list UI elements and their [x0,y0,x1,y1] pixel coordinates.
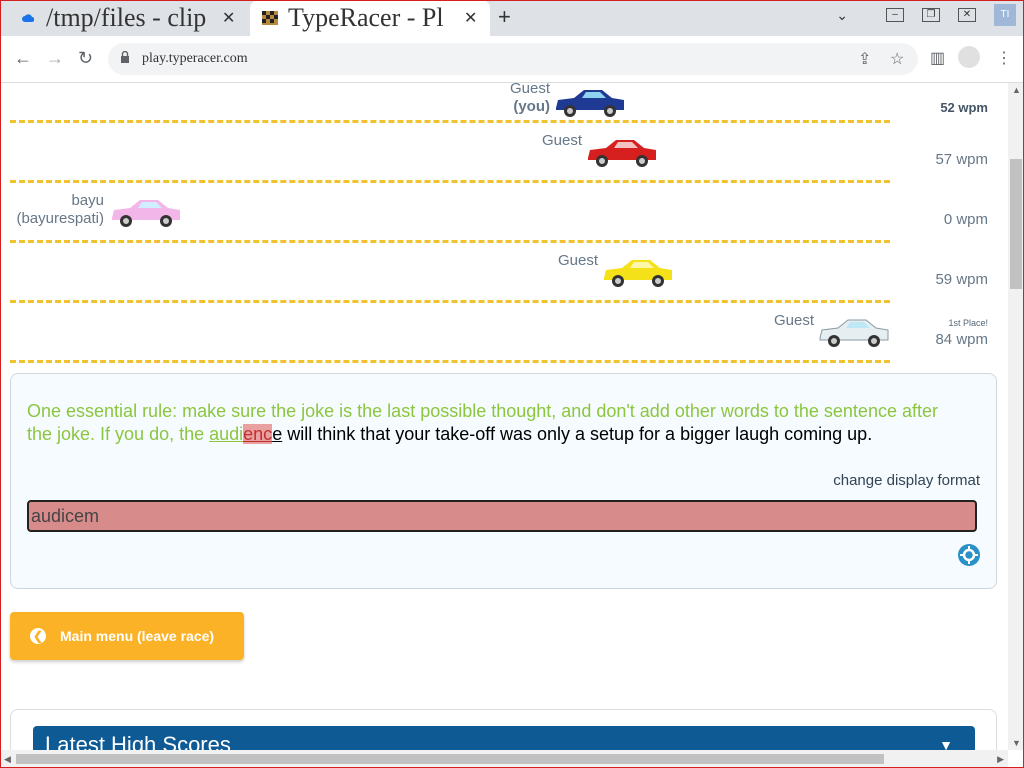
race-lane: Guest 1st Place! 84 wpm [10,300,988,363]
back-arrow-icon[interactable]: ← [14,48,32,69]
bookmark-star-icon[interactable]: ☆ [890,49,904,69]
race-lane: Guest 57 wpm [10,120,988,183]
vertical-scroll-thumb[interactable] [1010,159,1022,289]
restore-button[interactable]: ❐ [922,8,940,22]
current-word-remaining: e [272,424,283,444]
scroll-down-icon[interactable]: ▼ [1012,738,1021,748]
racer-name: bayu (bayurespati) [16,192,104,227]
current-word-correct: audi [209,424,244,444]
tab-title: TypeRacer - Pl [288,3,444,32]
typing-panel: One essential rule: make sure the joke i… [10,373,997,589]
race-lane: Guest (you) 52 wpm [10,83,988,123]
close-window-button[interactable]: ✕ [958,8,976,22]
high-scores-header[interactable]: Latest High Scores ▼ [33,726,975,750]
wpm-value: 52 wpm [940,100,988,115]
help-lifebuoy-icon[interactable] [958,544,980,566]
close-tab-icon[interactable]: ✕ [222,8,235,28]
chevron-left-icon: ❮ [30,628,46,644]
tab-title: /tmp/files - clip [46,3,207,32]
race-lane: bayu (bayurespati) 0 wpm [10,180,988,243]
scroll-up-icon[interactable]: ▲ [1012,85,1021,95]
main-menu-button[interactable]: ❮ Main menu (leave race) [10,612,244,660]
menu-dots-icon[interactable]: ⋮ [996,48,1012,68]
tab-typeracer[interactable]: TypeRacer - Pl ✕ [250,0,490,36]
corner-badge: TI [994,4,1016,26]
high-scores-panel: Latest High Scores ▼ [10,709,997,750]
scroll-right-icon[interactable]: ▶ [997,754,1004,765]
high-scores-title: Latest High Scores [45,732,231,750]
place-label: 1st Place! [948,318,988,328]
race-car-icon [819,319,889,347]
share-icon[interactable]: ⇪ [858,49,871,69]
close-tab-icon[interactable]: ✕ [464,8,477,28]
race-passage: One essential rule: make sure the joke i… [27,400,957,446]
race-car-icon [604,260,672,287]
racer-name: Guest (you) [509,83,550,115]
wpm-value: 0 wpm [943,211,988,228]
checkered-flag-icon [262,10,278,26]
address-bar[interactable]: play.typeracer.com ⇪ ☆ [108,43,918,75]
reload-icon[interactable]: ↻ [78,48,93,69]
race-car-icon [556,90,624,117]
side-panel-icon[interactable]: ▥ [930,48,945,68]
main-menu-label: Main menu (leave race) [60,628,215,644]
cloud-icon [20,10,36,26]
window-controls: ⌄ – ❐ ✕ TI [836,0,1024,30]
tab-strip: /tmp/files - clip ✕ TypeRacer - Pl ✕ + ⌄… [0,0,1024,36]
race-car-icon [112,200,180,227]
current-word-error: enc [243,424,273,444]
profile-avatar-icon[interactable] [958,46,980,68]
minimize-button[interactable]: – [886,8,904,22]
new-tab-button[interactable]: + [498,4,511,30]
racer-name: Guest [557,252,598,269]
scroll-left-icon[interactable]: ◀ [4,754,11,765]
racer-name: Guest [541,132,582,149]
remaining-text: will think that your take-off was only a… [282,424,873,444]
race-car-icon [588,140,656,167]
horizontal-scroll-thumb[interactable] [16,754,884,764]
racer-name: Guest [773,312,814,329]
wpm-value: 59 wpm [935,271,988,288]
wpm-value: 84 wpm [935,331,988,348]
race-lane: Guest 59 wpm [10,240,988,303]
url-text: play.typeracer.com [142,51,248,66]
typing-input[interactable] [27,500,977,532]
page-content: Guest (you) 52 wpm Guest 57 wpm bayu (ba… [0,83,1008,750]
vertical-scrollbar[interactable]: ▲ ▼ [1008,83,1024,750]
lock-icon [121,51,129,63]
tab-files[interactable]: /tmp/files - clip ✕ [8,0,248,36]
tab-search-chevron-icon[interactable]: ⌄ [836,7,848,24]
caret-down-icon: ▼ [939,737,953,750]
forward-arrow-icon[interactable]: → [46,48,64,69]
browser-toolbar: ← → ↻ play.typeracer.com ⇪ ☆ ▥ ⋮ [0,36,1024,83]
horizontal-scrollbar[interactable]: ◀ ▶ [0,750,1008,768]
wpm-value: 57 wpm [935,151,988,168]
change-display-format-link[interactable]: change display format [833,472,980,489]
